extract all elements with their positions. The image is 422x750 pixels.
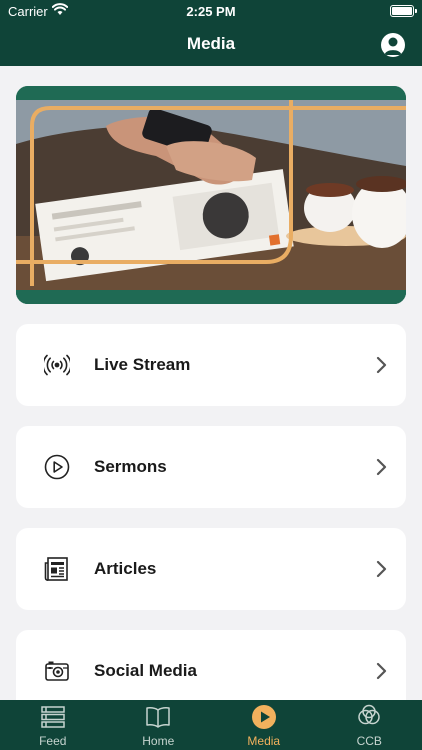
status-bar: Carrier 2:25 PM: [0, 0, 422, 22]
chevron-right-icon: [376, 560, 387, 578]
menu-item-label: Sermons: [94, 457, 167, 476]
menu-item-articles[interactable]: Articles: [16, 528, 406, 610]
nav-bar: Media: [0, 22, 422, 66]
page-title: Media: [186, 34, 236, 53]
tab-bar: Feed Home Media CCB: [0, 700, 422, 750]
tab-media[interactable]: Media: [211, 700, 317, 750]
profile-button[interactable]: [381, 33, 405, 57]
newspaper-icon: [44, 557, 68, 581]
play-icon: [251, 705, 276, 729]
menu-item-live-stream[interactable]: Live Stream: [16, 324, 406, 406]
tab-label: Home: [142, 734, 175, 748]
battery-icon: [390, 5, 417, 17]
chevron-right-icon: [376, 662, 387, 680]
chevron-right-icon: [376, 458, 387, 476]
circles-icon: [358, 704, 380, 725]
tab-label: Feed: [39, 734, 67, 748]
menu-item-sermons[interactable]: Sermons: [16, 426, 406, 508]
play-circle-icon: [44, 454, 70, 480]
book-icon: [146, 707, 170, 728]
list-icon: [41, 706, 65, 728]
chevron-right-icon: [376, 356, 387, 374]
tab-ccb[interactable]: CCB: [317, 700, 422, 750]
broadcast-icon: [44, 354, 70, 376]
person-icon: [384, 37, 402, 55]
tab-label: Media: [247, 734, 281, 748]
menu-item-label: Articles: [94, 559, 157, 578]
tab-home[interactable]: Home: [106, 700, 212, 750]
menu-item-label: Live Stream: [94, 355, 191, 374]
hero-image[interactable]: [16, 86, 406, 304]
camera-icon: [45, 661, 69, 681]
clock: 2:25 PM: [186, 4, 236, 19]
tab-feed[interactable]: Feed: [0, 700, 106, 750]
tab-label: CCB: [356, 734, 382, 748]
menu-item-label: Social Media: [94, 661, 197, 680]
